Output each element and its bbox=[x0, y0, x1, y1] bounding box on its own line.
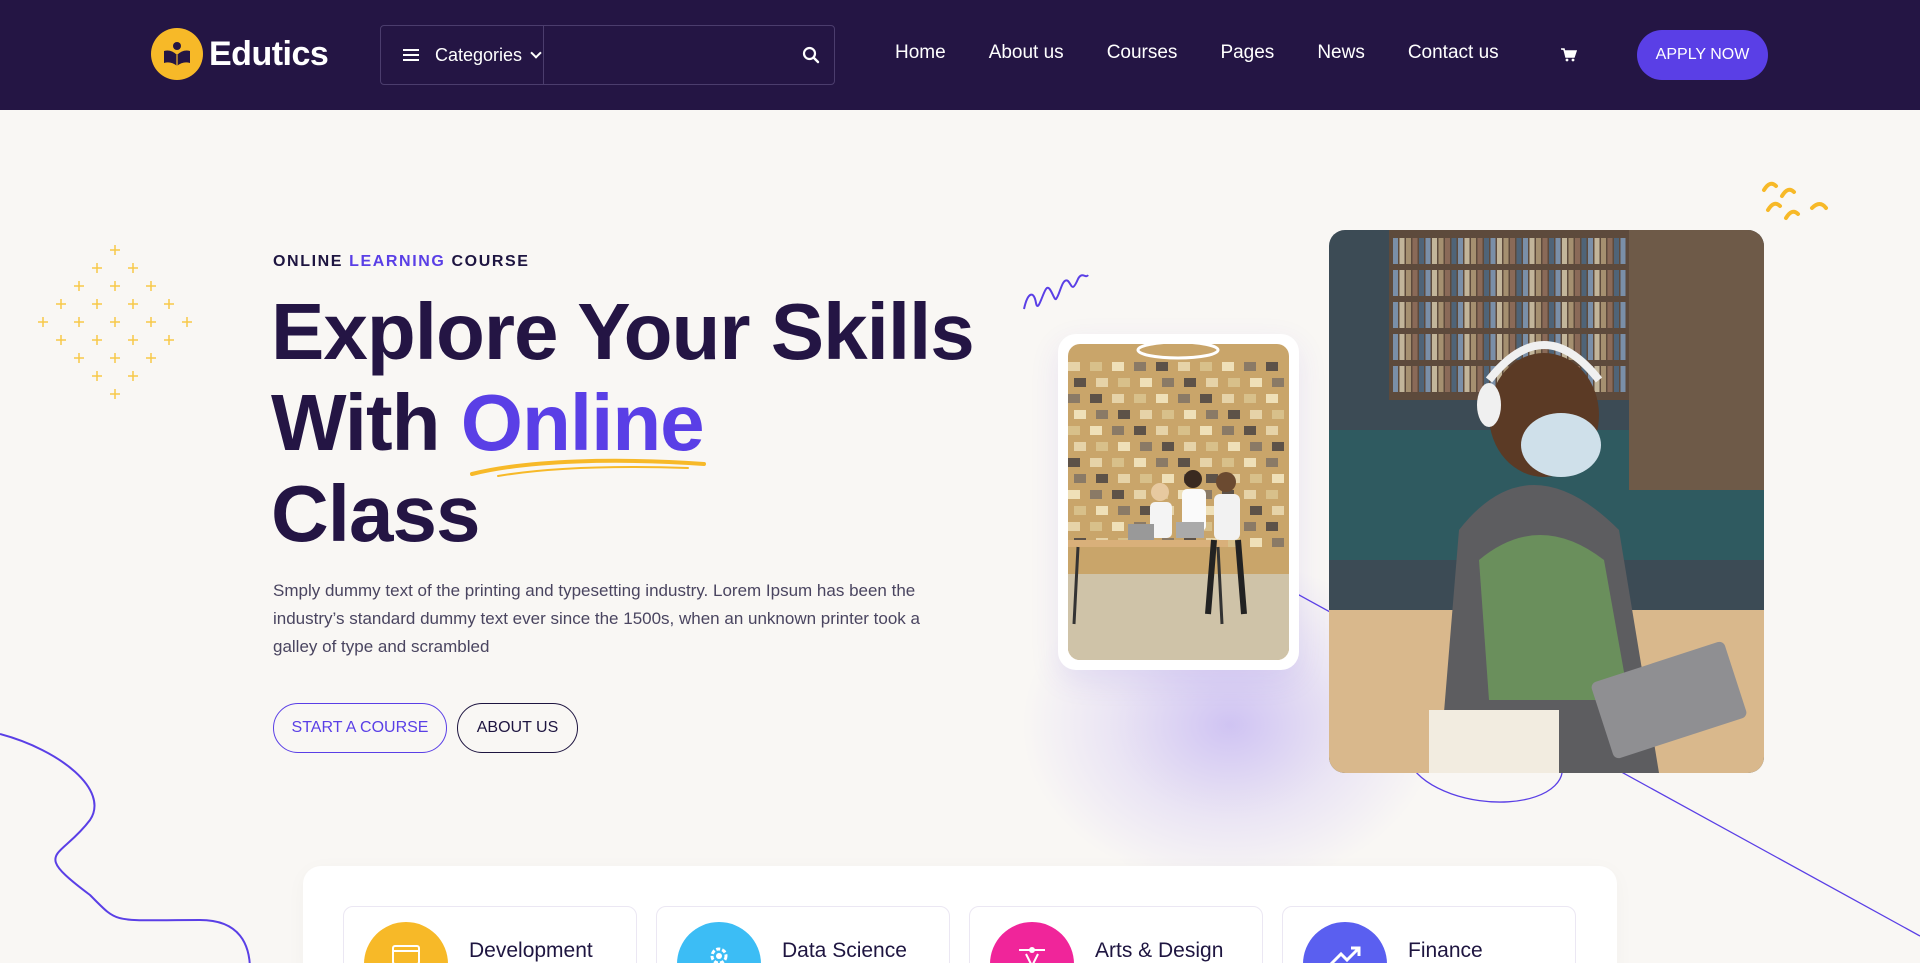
start-course-button[interactable]: START A COURSE bbox=[273, 703, 447, 753]
nav-home[interactable]: Home bbox=[895, 42, 946, 64]
gear-icon bbox=[677, 922, 761, 963]
pen-tool-icon bbox=[990, 922, 1074, 963]
eyebrow-accent: LEARNING bbox=[349, 253, 446, 270]
decorative-squiggle bbox=[1023, 274, 1089, 310]
category-card-finance[interactable]: Finance bbox=[1282, 906, 1576, 963]
search-input[interactable] bbox=[544, 26, 788, 84]
search-icon bbox=[802, 46, 819, 64]
student-headphones-photo bbox=[1329, 230, 1764, 773]
eyebrow-text-2: COURSE bbox=[445, 253, 530, 270]
browser-icon bbox=[364, 922, 448, 963]
nav-about-us[interactable]: About us bbox=[989, 42, 1064, 64]
brand-logo[interactable]: Edutics bbox=[151, 28, 329, 80]
decorative-curve-left bbox=[0, 733, 251, 963]
cart-icon bbox=[1561, 48, 1578, 62]
hamburger-icon bbox=[403, 49, 419, 61]
nav-contact-us[interactable]: Contact us bbox=[1408, 42, 1499, 64]
categories-panel: Development Data Science Arts & Design F… bbox=[303, 866, 1617, 963]
nav-news[interactable]: News bbox=[1317, 42, 1365, 64]
students-photo bbox=[1068, 344, 1289, 660]
headline-line-1: Explore Your Skills bbox=[271, 287, 975, 376]
brand-name: Edutics bbox=[209, 34, 329, 73]
category-card-arts-design[interactable]: Arts & Design bbox=[969, 906, 1263, 963]
nav-courses[interactable]: Courses bbox=[1107, 42, 1178, 64]
chevron-down-icon bbox=[530, 46, 542, 59]
decorative-plus-pattern bbox=[38, 245, 192, 399]
cart-button[interactable] bbox=[1561, 47, 1578, 66]
course-search-box: Categories bbox=[380, 25, 835, 85]
category-card-development[interactable]: Development bbox=[343, 906, 637, 963]
categories-label: Categories bbox=[435, 44, 523, 65]
nav-pages[interactable]: Pages bbox=[1220, 42, 1274, 64]
category-name: Data Science bbox=[782, 939, 907, 962]
underline-swoosh bbox=[470, 458, 706, 477]
decorative-yellow-marks bbox=[1762, 181, 1828, 220]
hero-eyebrow: ONLINE LEARNING COURSE bbox=[273, 253, 530, 271]
category-name: Finance bbox=[1408, 939, 1483, 962]
category-name: Arts & Design bbox=[1095, 939, 1224, 962]
about-us-button[interactable]: ABOUT US bbox=[457, 703, 578, 753]
top-navbar: Edutics Categories Home About us Courses… bbox=[0, 0, 1920, 110]
search-button[interactable] bbox=[787, 26, 834, 84]
trend-up-icon bbox=[1303, 922, 1387, 963]
hero-headline: Explore Your Skills With Online Class bbox=[271, 286, 975, 559]
headline-online: Online bbox=[460, 378, 705, 467]
headline-with: With bbox=[271, 378, 461, 467]
eyebrow-text-1: ONLINE bbox=[273, 253, 350, 270]
hero-description: Smply dummy text of the printing and typ… bbox=[273, 581, 920, 656]
categories-dropdown[interactable]: Categories bbox=[381, 26, 545, 84]
headline-line-3: Class bbox=[271, 469, 480, 558]
category-name: Development bbox=[469, 939, 593, 962]
category-card-data-science[interactable]: Data Science bbox=[656, 906, 950, 963]
book-reader-icon bbox=[151, 28, 203, 80]
apply-now-button[interactable]: APPLY NOW bbox=[1637, 30, 1768, 80]
students-photo-frame bbox=[1058, 334, 1299, 670]
main-nav: Home About us Courses Pages News Contact… bbox=[895, 42, 1542, 64]
headline-line-2: With Online bbox=[271, 377, 974, 468]
